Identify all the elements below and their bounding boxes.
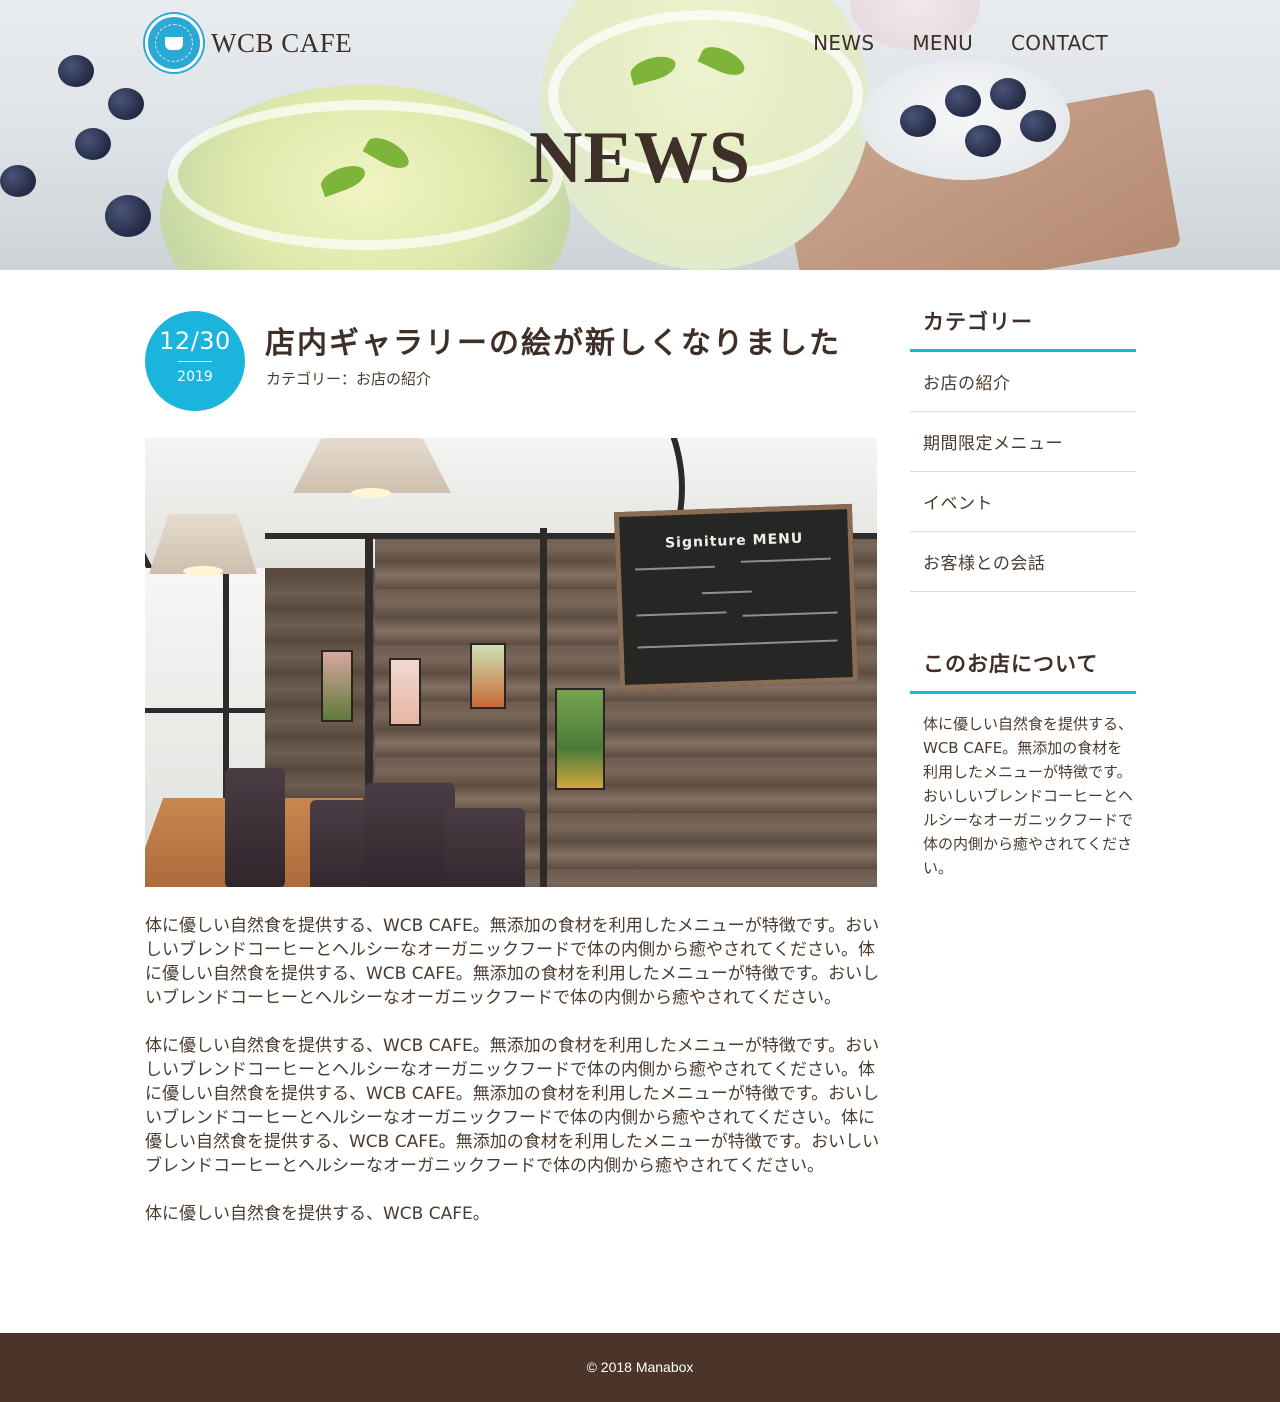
post-category: カテゴリー：お店の紹介 <box>266 370 432 388</box>
post-body: 体に優しい自然食を提供する、WCB CAFE。無添加の食材を利用したメニューが特… <box>145 914 883 1250</box>
post-paragraph-3: 体に優しい自然食を提供する、WCB CAFE。 <box>145 1204 490 1224</box>
chalkboard-menu: Signiture MENU <box>613 503 859 691</box>
nav-news-link[interactable]: NEWS <box>813 31 874 55</box>
footer-copyright: © 2018 Manabox <box>586 1359 694 1375</box>
post-paragraph-1: 体に優しい自然食を提供する、WCB CAFE。無添加の食材を利用したメニューが特… <box>145 916 880 1008</box>
page-title: NEWS <box>529 117 751 199</box>
site-footer: © 2018 Manabox <box>0 1333 1280 1402</box>
post-date-month-day: 12/30 <box>159 327 231 355</box>
sidebar-about-heading: このお店について <box>910 648 1136 694</box>
post-photo-cafe-interior: Signiture MENU <box>145 438 877 887</box>
site-logo[interactable]: WCB CAFE <box>145 14 352 72</box>
nav-menu-link[interactable]: MENU <box>912 31 973 55</box>
date-divider <box>178 361 212 362</box>
sidebar-category-item[interactable]: お店の紹介 <box>910 352 1136 412</box>
sidebar-category-item[interactable]: 期間限定メニュー <box>910 412 1136 472</box>
cafe-cup-logo-icon <box>145 14 203 72</box>
sidebar-category-item[interactable]: お客様との会話 <box>910 532 1136 592</box>
nav-contact-link[interactable]: CONTACT <box>1011 31 1108 55</box>
post-date-badge: 12/30 2019 <box>145 311 245 411</box>
post-date-year: 2019 <box>177 369 213 385</box>
sidebar-category-item[interactable]: イベント <box>910 472 1136 532</box>
post-title: 店内ギャラリーの絵が新しくなりました <box>265 326 841 361</box>
post-paragraph-2: 体に優しい自然食を提供する、WCB CAFE。無添加の食材を利用したメニューが特… <box>145 1036 880 1176</box>
sidebar-category-heading: カテゴリー <box>910 306 1136 352</box>
sidebar-about-text: 体に優しい自然食を提供する、WCB CAFE。無添加の食材を利用したメニューが特… <box>923 715 1134 877</box>
chalkboard-title: Signiture MENU <box>664 530 804 552</box>
logo-text: WCB CAFE <box>211 27 353 58</box>
sidebar-category-list: お店の紹介 期間限定メニュー イベント お客様との会話 <box>910 352 1136 592</box>
global-nav: NEWS MENU CONTACT <box>775 31 1108 55</box>
